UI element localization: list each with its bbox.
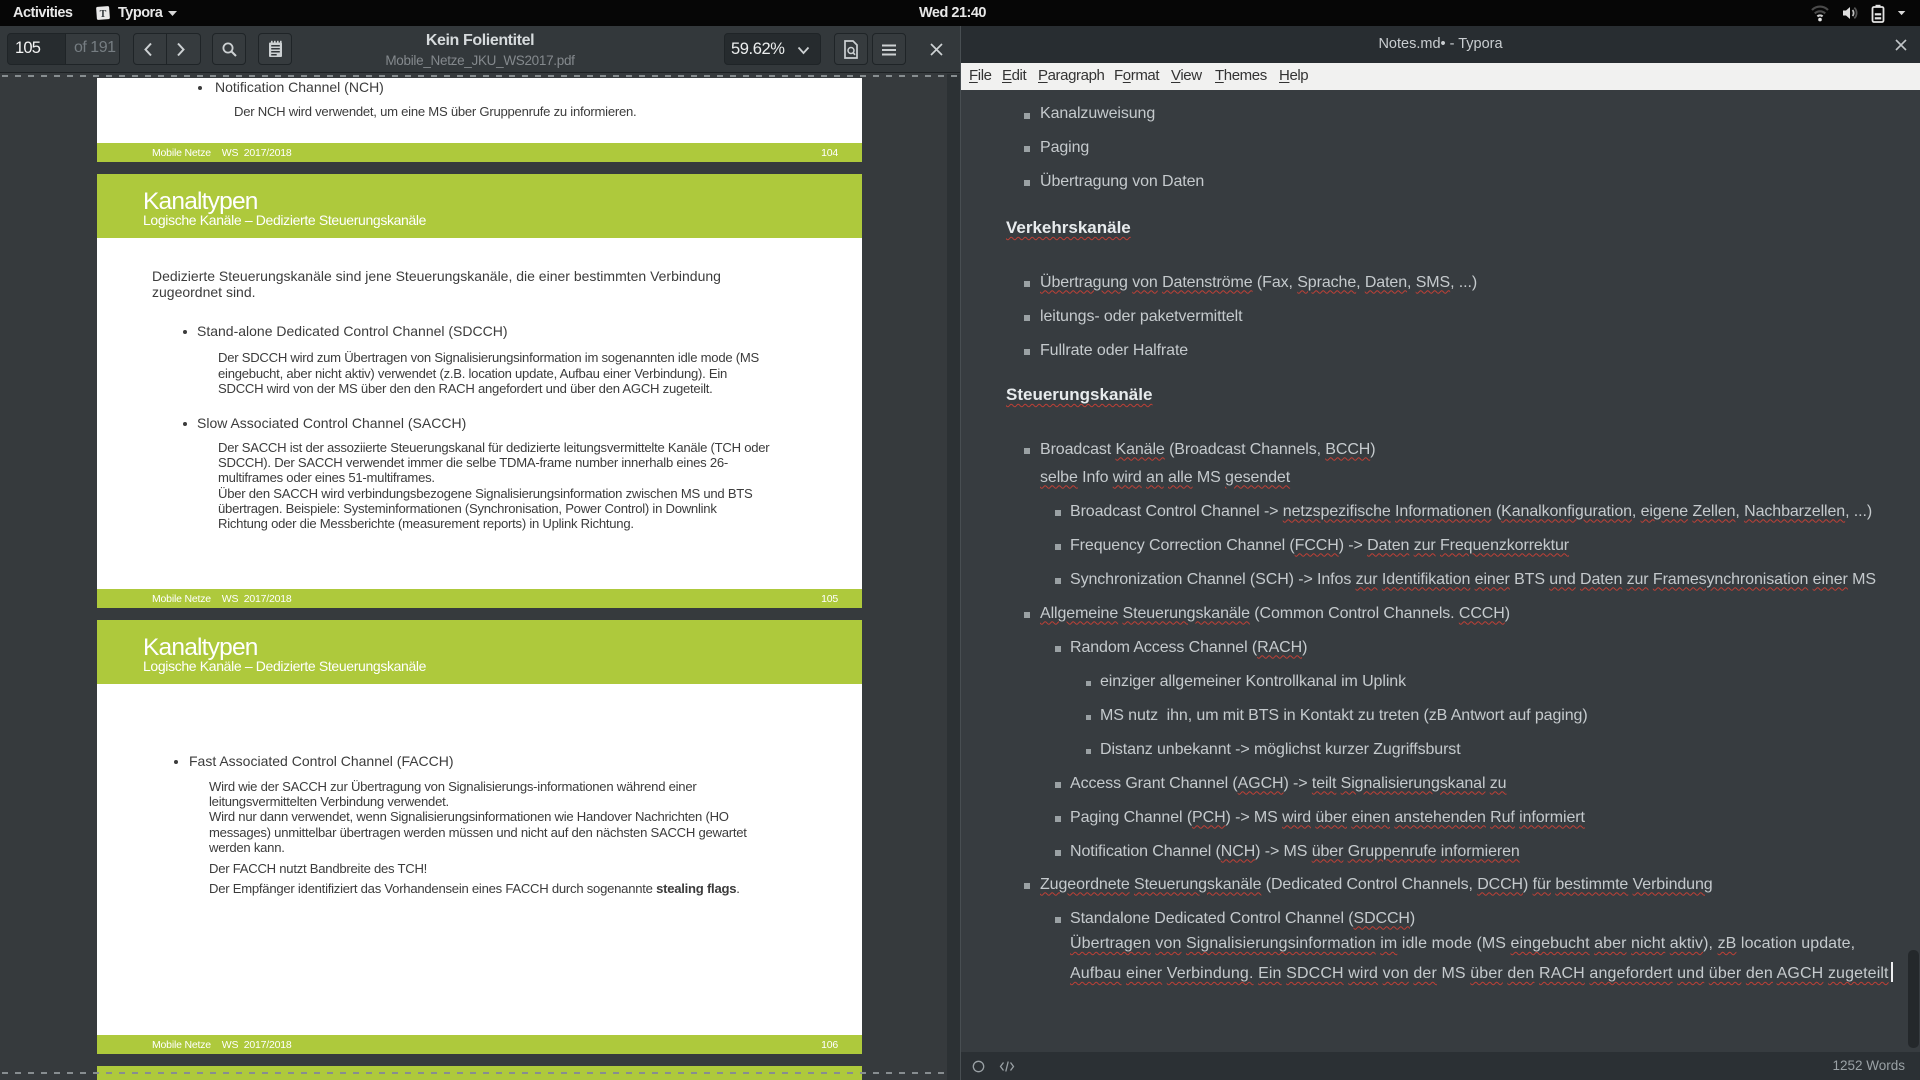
svg-text:T: T	[100, 9, 107, 20]
